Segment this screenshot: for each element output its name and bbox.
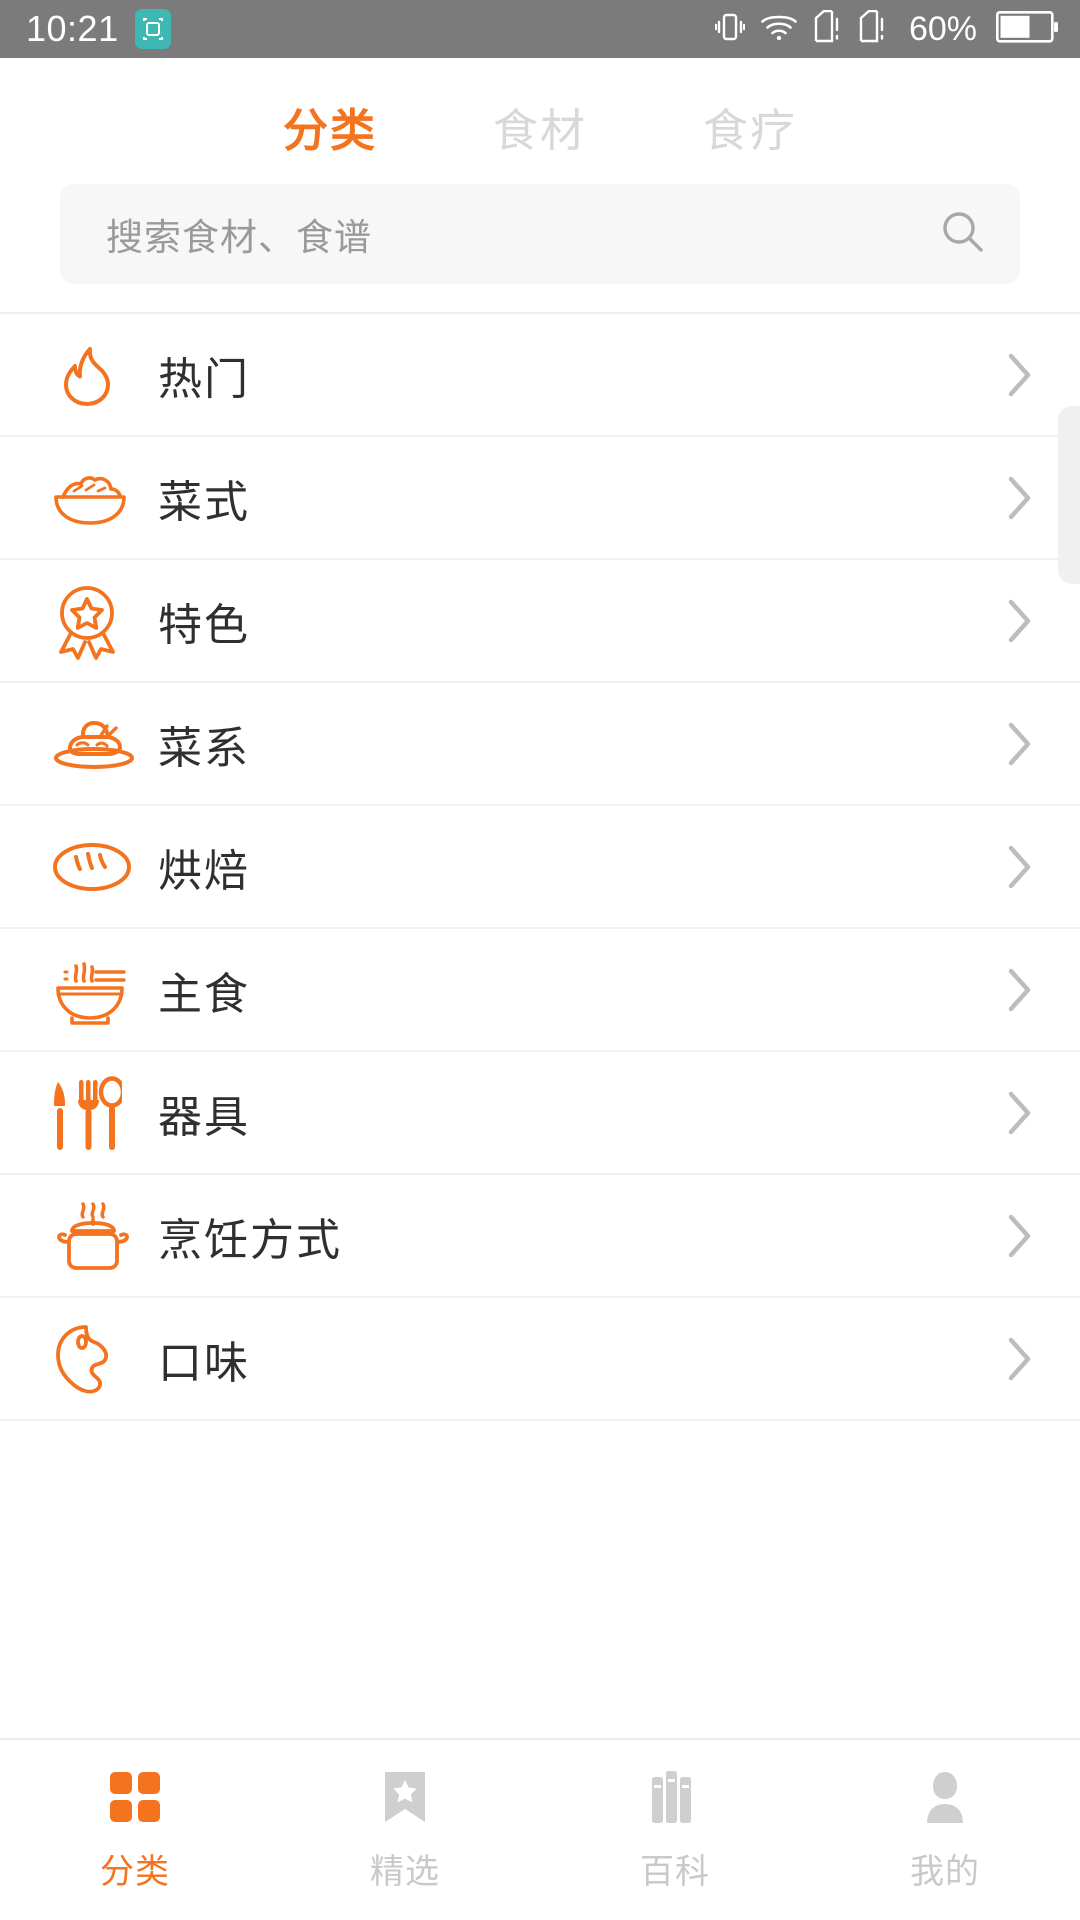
chevron-right-icon [1000, 598, 1040, 644]
list-item-label: 烹饪方式 [158, 1215, 342, 1265]
list-item-baking[interactable]: 烘焙 [0, 806, 1080, 929]
status-time: 10:21 [26, 8, 119, 49]
chevron-right-icon [1000, 352, 1040, 398]
chevron-right-icon [1000, 967, 1040, 1013]
battery-percent-label: 60% [908, 10, 977, 48]
nav-label: 百科 [640, 1853, 710, 1891]
medal-star-icon [50, 582, 158, 660]
nav-item-wode[interactable]: 我的 [810, 1766, 1080, 1893]
top-tab-bar: 分类 食材 食疗 [0, 58, 1080, 178]
list-item-label: 主食 [158, 969, 250, 1019]
list-item-utensils[interactable]: 器具 [0, 1052, 1080, 1175]
status-bar-left: 10:21 [26, 9, 171, 49]
cutlery-icon [50, 1072, 158, 1154]
list-item-label: 特色 [158, 600, 250, 650]
list-item-label: 烘焙 [158, 846, 250, 896]
list-item-cooking-method[interactable]: 烹饪方式 [0, 1175, 1080, 1298]
tab-fenlei[interactable]: 分类 [283, 108, 377, 153]
chevron-right-icon [1000, 721, 1040, 767]
bread-loaf-icon [50, 839, 158, 895]
category-list[interactable]: 热门 菜式 特色 菜系 烘焙 主食 器具 烹饪方式 口味 [0, 312, 1080, 1738]
chevron-right-icon [1000, 844, 1040, 890]
app-root: 10:21 60% 分类 食材 食疗 搜索食材、食谱 热门 菜式 特色 菜系 烘… [0, 0, 1080, 1920]
grid-icon [108, 1766, 162, 1828]
person-icon [919, 1766, 971, 1828]
status-bar: 10:21 60% [0, 0, 1080, 58]
nav-item-fenlei[interactable]: 分类 [0, 1766, 270, 1893]
list-item-label: 热门 [158, 354, 250, 404]
chevron-right-icon [1000, 1336, 1040, 1382]
chevron-right-icon [1000, 1213, 1040, 1259]
vibrate-icon [714, 10, 746, 49]
list-item-label: 口味 [158, 1338, 250, 1388]
noodle-bowl-icon [50, 952, 158, 1028]
nav-label: 分类 [100, 1853, 170, 1891]
plated-dish-icon [50, 715, 158, 773]
search-icon[interactable] [940, 209, 986, 260]
list-item-label: 菜系 [158, 723, 250, 773]
list-item-specialty[interactable]: 特色 [0, 560, 1080, 683]
screenshot-capture-icon [134, 9, 171, 49]
cooking-pot-icon [50, 1195, 158, 1277]
list-item-staple[interactable]: 主食 [0, 929, 1080, 1052]
tab-shicai[interactable]: 食材 [493, 108, 587, 153]
nav-label: 精选 [370, 1853, 440, 1891]
flame-icon [50, 338, 158, 412]
salad-bowl-icon [50, 467, 158, 529]
nav-label: 我的 [910, 1853, 980, 1891]
status-bar-right: 60% [714, 9, 1058, 49]
search-bar[interactable]: 搜索食材、食谱 [60, 184, 1020, 284]
taste-palette-icon [50, 1321, 158, 1397]
nav-item-jingxuan[interactable]: 精选 [270, 1766, 540, 1893]
list-item-label: 器具 [158, 1092, 250, 1142]
scroll-indicator[interactable] [1058, 406, 1080, 584]
bookmark-star-icon [381, 1766, 429, 1828]
tab-shiliao[interactable]: 食疗 [703, 108, 797, 153]
battery-icon [995, 10, 1058, 48]
search-input[interactable]: 搜索食材、食谱 [106, 207, 940, 261]
search-section: 搜索食材、食谱 [0, 178, 1080, 312]
list-item-taste[interactable]: 口味 [0, 1298, 1080, 1421]
wifi-icon [760, 12, 798, 47]
list-item-dish-style[interactable]: 菜式 [0, 437, 1080, 560]
bottom-nav-bar: 分类 精选 百科 我的 [0, 1738, 1080, 1920]
nav-item-baike[interactable]: 百科 [540, 1766, 810, 1893]
sim2-icon [858, 9, 888, 49]
list-item-label: 菜式 [158, 477, 250, 527]
sim1-icon [813, 9, 843, 49]
books-icon [650, 1766, 700, 1828]
list-item-cuisine[interactable]: 菜系 [0, 683, 1080, 806]
chevron-right-icon [1000, 1090, 1040, 1136]
list-item-hot[interactable]: 热门 [0, 314, 1080, 437]
chevron-right-icon [1000, 475, 1040, 521]
